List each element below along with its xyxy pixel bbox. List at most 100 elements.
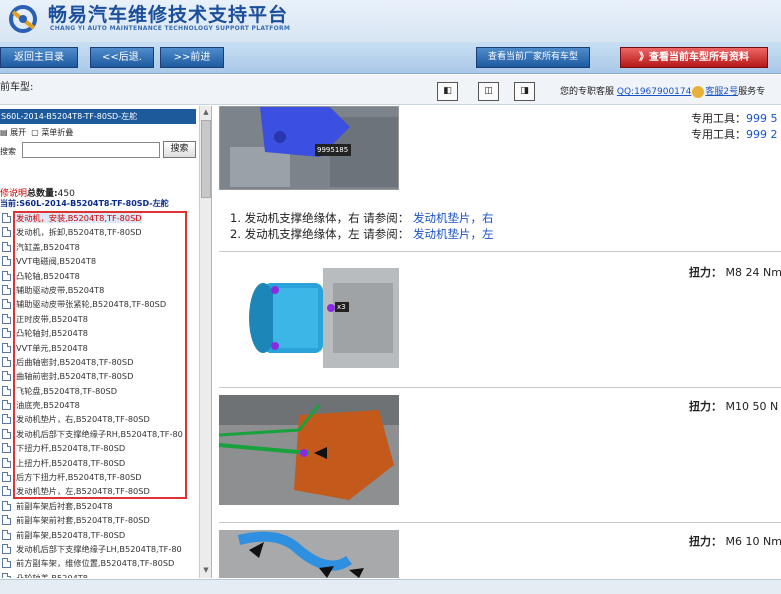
manifold-photo <box>219 395 399 505</box>
nav-list-item-label: 前副车架前衬套,B5204T8,TF-80SD <box>16 515 150 526</box>
model-label: 前车型: <box>0 82 34 93</box>
left-nav-panel: S60L-2014-B5204T8-TF-80SD-左舵 ▤ 展开 ▢ 菜单折叠… <box>0 106 212 578</box>
document-icon <box>2 342 11 353</box>
scroll-up-icon[interactable]: ▲ <box>201 108 211 118</box>
main-toolbar: 返回主目录 <<后退. >>前进 查看当前厂家所有车型 》查看当前车型所有资料 <box>0 42 781 74</box>
kefu-prefix: 您的专职客服 <box>560 87 615 97</box>
document-icon <box>2 356 11 367</box>
document-icon <box>2 385 11 396</box>
app-subtitle: CHANG YI AUTO MAINTENANCE TECHNOLOGY SUP… <box>50 25 291 32</box>
document-icon <box>2 313 11 324</box>
view-model-info-button[interactable]: 》查看当前车型所有资料 <box>620 47 768 68</box>
left-scrollbar[interactable]: ▲ ▼ <box>199 106 211 578</box>
menu-collapse-icon[interactable]: ▢ <box>31 128 39 137</box>
torque-value-1: M8 24 Nm <box>725 266 781 279</box>
step2-text: 2. 发动机支撑绝缘体，左 请参阅： <box>230 227 410 241</box>
menu-expand[interactable]: 展开 <box>10 128 26 137</box>
document-icon <box>2 558 11 569</box>
document-icon <box>2 400 11 411</box>
document-icon <box>2 543 11 554</box>
document-icon <box>2 270 11 281</box>
divider <box>219 522 781 523</box>
pipe-photo <box>219 530 399 578</box>
nav-list-item-label: 前副车架后衬套,B5204T8 <box>16 500 113 511</box>
document-icon <box>2 256 11 267</box>
torque-3: 扭力： M6 10 Nm <box>689 533 781 549</box>
engine-photo-1-art <box>220 107 398 189</box>
divider <box>219 387 781 388</box>
layout-left-icon[interactable]: ◧ <box>437 82 458 101</box>
compressor-photo-art <box>223 258 399 376</box>
nav-list-item[interactable]: 前副车架后衬套,B5204T8 <box>0 499 200 513</box>
torque-2: 扭力： M10 50 N <box>689 398 778 414</box>
photo2-label: x3 <box>337 303 346 311</box>
nav-list-item[interactable]: 凸轮轴盖,B5204T8 <box>0 571 200 578</box>
search-button[interactable]: 搜索 <box>163 141 196 158</box>
engine-photo-1: 9995185 <box>219 106 399 190</box>
nav-list-item[interactable]: 前副车架前衬套,B5204T8,TF-80SD <box>0 513 200 527</box>
document-icon <box>2 241 11 252</box>
app-header: 畅易汽车维修技术支持平台 CHANG YI AUTO MAINTENANCE T… <box>0 0 781 42</box>
document-icon <box>2 500 11 511</box>
document-icon <box>2 328 11 339</box>
torque-1: 扭力： M8 24 Nm <box>689 264 781 280</box>
tool-value-1[interactable]: 999 5 <box>746 112 778 125</box>
step1-text: 1. 发动机支撑绝缘体，右 请参阅： <box>230 211 410 225</box>
logo-icon <box>9 5 37 33</box>
document-icon <box>2 371 11 382</box>
search-input[interactable] <box>22 142 160 158</box>
model-title: S60L-2014-B5204T8-TF-80SD-左舵 <box>0 109 196 124</box>
document-icon <box>2 284 11 295</box>
back-home-button[interactable]: 返回主目录 <box>0 47 78 68</box>
document-icon <box>2 486 11 497</box>
layout-split-icon[interactable]: ◫ <box>478 82 499 101</box>
torque-label-2: 扭力： <box>689 400 722 413</box>
highlight-box <box>13 211 187 499</box>
menu-expand-icon[interactable]: ▤ <box>0 128 8 137</box>
nav-list-item[interactable]: 发动机后部下支撑绝缘子LH,B5204T8,TF-80 <box>0 542 200 556</box>
scroll-thumb[interactable] <box>201 120 211 198</box>
nav-list-item-label: 前方副车架，维修位置,B5204T8,TF-80SD <box>16 558 175 569</box>
app-title: 畅易汽车维修技术支持平台 <box>48 4 289 26</box>
model-bar: 前车型: ◧ ◫ ◨ 您的专职客服 QQ:1967900174 客服2号服务专 <box>0 75 781 105</box>
torque-label-1: 扭力： <box>689 266 722 279</box>
qq-link[interactable]: QQ:1967900174 <box>617 87 691 97</box>
nav-list-item-label: 发动机后部下支撑绝缘子LH,B5204T8,TF-80 <box>16 543 182 554</box>
document-icon <box>2 443 11 454</box>
manifold-photo-art <box>219 395 399 505</box>
special-tool-2: 专用工具：999 2 <box>691 126 778 142</box>
tool-value-2[interactable]: 999 2 <box>746 128 778 141</box>
expand-collapse: ▤ 展开 ▢ 菜单折叠 <box>0 127 73 138</box>
status-footer <box>0 579 781 594</box>
torque-value-2: M10 50 N <box>725 400 779 413</box>
kefu-suffix: 服务专 <box>738 87 766 97</box>
document-icon <box>2 457 11 468</box>
view-maker-models-button[interactable]: 查看当前厂家所有车型 <box>476 47 590 68</box>
back-button[interactable]: <<后退. <box>90 47 154 68</box>
document-icon <box>2 414 11 425</box>
forward-button[interactable]: >>前进 <box>160 47 224 68</box>
document-icon <box>2 213 11 223</box>
document-icon <box>2 472 11 483</box>
steps: 1. 发动机支撑绝缘体，右 请参阅： 发动机垫片，右 2. 发动机支撑绝缘体，左… <box>230 210 493 242</box>
nav-list-item[interactable]: 前方副车架，维修位置,B5204T8,TF-80SD <box>0 556 200 570</box>
document-icon <box>2 572 11 578</box>
nav-list-item-label: 凸轮轴盖,B5204T8 <box>16 572 89 578</box>
document-icon <box>2 227 11 238</box>
scroll-down-icon[interactable]: ▼ <box>201 566 211 576</box>
tool-label-2: 专用工具： <box>691 128 746 141</box>
special-tool-1: 专用工具：999 5 <box>691 110 778 126</box>
content-pane: 9995185 专用工具：999 5 专用工具：999 2 1. 发动机支撑绝缘… <box>219 106 781 578</box>
qq-icon <box>692 85 705 98</box>
step1-link[interactable]: 发动机垫片，右 <box>413 211 494 225</box>
layout-right-icon[interactable]: ◨ <box>514 82 535 101</box>
document-icon <box>2 515 11 526</box>
document-icon <box>2 299 11 310</box>
step2-link[interactable]: 发动机垫片，左 <box>413 227 494 241</box>
kefu-link[interactable]: 客服2号 <box>705 87 738 97</box>
document-icon <box>2 529 11 540</box>
nav-list-item[interactable]: 前副车架,B5204T8,TF-80SD <box>0 528 200 542</box>
search-label: 搜索 <box>0 147 16 156</box>
menu-collapse[interactable]: 菜单折叠 <box>41 128 73 137</box>
photo1-label: 9995185 <box>317 146 349 154</box>
